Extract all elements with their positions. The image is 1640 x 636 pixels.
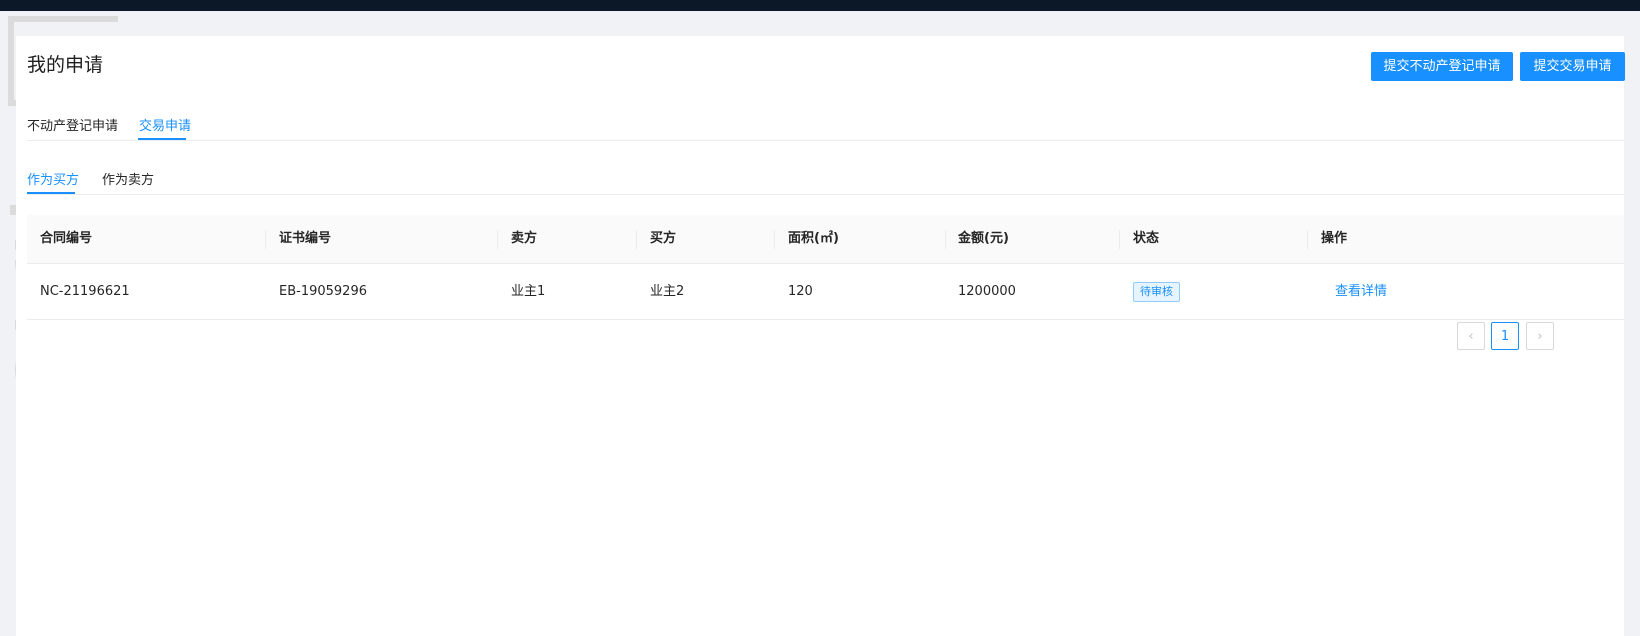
header-contract-no: 合同编号 [40,231,93,246]
cell-area: 120 [788,284,813,299]
submit-trade-application-button[interactable]: 提交交易申请 [1520,52,1625,81]
tab-trade-application[interactable]: 交易申请 [139,115,191,134]
page-title: 我的申请 [27,54,104,76]
view-details-link[interactable]: 查看详情 [1335,264,1387,319]
cell-contract-no: NC-21196621 [40,284,130,299]
table-row: NC-21196621 EB-19059296 业主1 业主2 120 1200… [27,264,1624,320]
top-navbar [0,0,1640,11]
tab-property-registration[interactable]: 不动产登记申请 [27,115,118,134]
cell-seller: 业主1 [511,284,546,299]
column-divider [1307,230,1308,249]
next-page-button[interactable]: › [1526,322,1554,350]
main-card: 我的申请 提交不动产登记申请 提交交易申请 不动产登记申请 交易申请 作为买方 … [16,36,1625,636]
header-seller: 卖方 [511,231,538,246]
status-badge: 待审核 [1133,282,1180,302]
tab-as-buyer[interactable]: 作为买方 [27,169,79,188]
application-table: 合同编号 证书编号 卖方 买方 面积(㎡) 金额(元) 状态 操作 NC-211… [27,215,1624,320]
column-divider [636,230,637,249]
table-header: 合同编号 证书编号 卖方 买方 面积(㎡) 金额(元) 状态 操作 [27,215,1624,264]
header-status: 状态 [1133,231,1160,246]
cell-buyer: 业主2 [650,284,685,299]
header-amount: 金额(元) [958,231,1009,246]
column-divider [945,230,946,249]
cell-cert-no: EB-19059296 [279,284,367,299]
tab-as-seller[interactable]: 作为卖方 [102,169,154,188]
header-buyer: 买方 [650,231,677,246]
header-cert-no: 证书编号 [279,231,332,246]
column-divider [265,230,266,249]
main-tabs: 不动产登记申请 交易申请 [27,108,1624,141]
column-divider [497,230,498,249]
cell-amount: 1200000 [958,284,1016,299]
submit-property-application-button[interactable]: 提交不动产登记申请 [1371,52,1513,81]
prev-page-button[interactable]: ‹ [1457,322,1485,350]
active-subtab-indicator [27,192,75,194]
header-action: 操作 [1321,231,1348,246]
column-divider [1119,230,1120,249]
page-1-button[interactable]: 1 [1491,322,1519,350]
column-divider [774,230,775,249]
sub-tabs: 作为买方 作为卖方 [27,162,1624,195]
header-area: 面积(㎡) [788,231,839,246]
active-tab-indicator [138,138,186,140]
